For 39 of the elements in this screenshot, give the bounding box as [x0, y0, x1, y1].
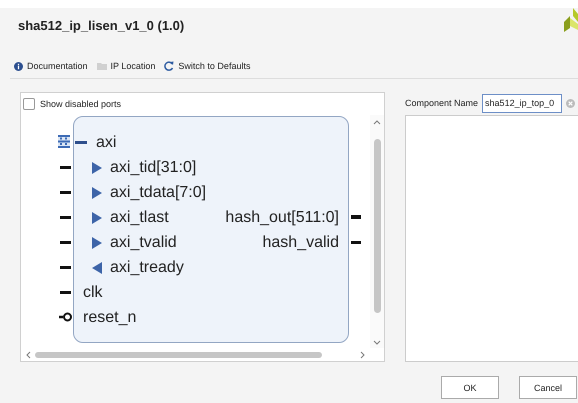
scroll-right-icon[interactable] — [360, 350, 366, 358]
output-arrow-icon — [92, 262, 102, 274]
toolbar-button[interactable]: IP Location — [96, 61, 156, 71]
refresh-icon — [164, 61, 174, 71]
inverted-pin-icon — [59, 312, 73, 322]
clear-icon[interactable] — [566, 98, 576, 108]
scrollbar-thumb[interactable] — [35, 352, 322, 358]
dialog-button[interactable]: OK — [441, 376, 499, 399]
port-label: axi — [96, 134, 116, 152]
port-label: axi_tid[31:0] — [110, 158, 196, 176]
port-label: hash_valid — [262, 234, 339, 252]
toolbar-button[interactable]: Documentation — [14, 61, 88, 71]
port-label: axi_tready — [110, 258, 184, 276]
dialog-button[interactable]: Cancel — [519, 376, 577, 399]
scrollbar-thumb[interactable] — [374, 139, 380, 313]
dialog-title: sha512_ip_lisen_v1_0 (1.0) — [18, 18, 184, 33]
checkbox[interactable] — [23, 98, 35, 110]
field-label: Component Name — [405, 98, 478, 108]
folder-icon — [96, 62, 107, 70]
input-arrow-icon — [92, 236, 102, 248]
vertical-scrollbar[interactable] — [370, 115, 384, 348]
input-arrow-icon — [92, 212, 102, 224]
port-label: axi_tdata[7:0] — [110, 184, 206, 202]
input-arrow-icon — [92, 162, 102, 174]
checkbox-label: Show disabled ports — [40, 99, 122, 109]
component-name-field[interactable]: sha512_ip_top_0 — [482, 94, 562, 112]
logo-icon — [564, 8, 578, 32]
scroll-left-icon[interactable] — [25, 350, 31, 358]
port-label: hash_out[511:0] — [225, 208, 339, 226]
toolbar-button[interactable]: Switch to Defaults — [164, 61, 250, 71]
bus-interface-icon[interactable] — [58, 135, 70, 148]
scroll-up-icon[interactable] — [373, 119, 381, 125]
scroll-down-icon[interactable] — [373, 340, 381, 346]
port-label: axi_tlast — [110, 208, 169, 226]
port-label: reset_n — [83, 308, 136, 326]
info-icon — [14, 62, 23, 70]
port-label: axi_tvalid — [110, 234, 177, 252]
input-arrow-icon — [92, 186, 102, 198]
port-label: clk — [83, 284, 103, 302]
